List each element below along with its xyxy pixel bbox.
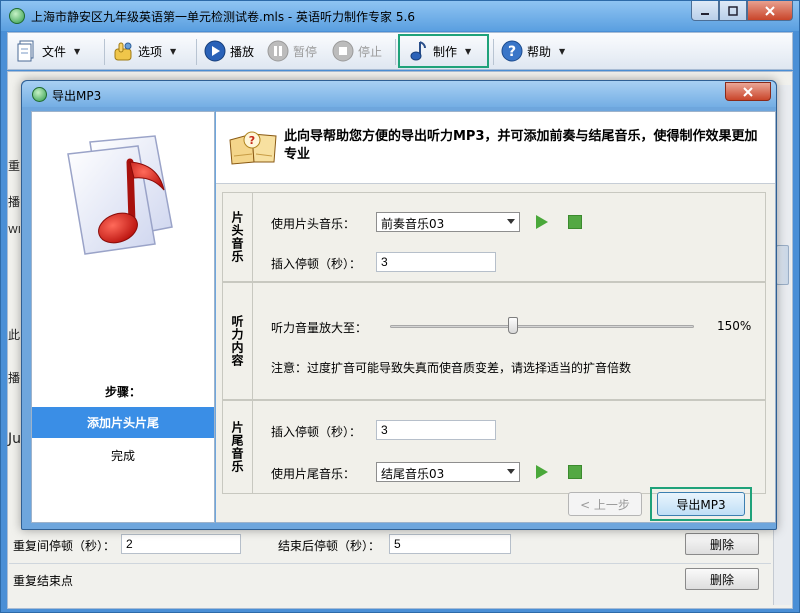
options-hand-icon [112, 40, 134, 62]
help-icon: ? [501, 40, 523, 62]
listening-section-label: 听力内容 [230, 315, 244, 367]
steps-title: 步骤： [104, 385, 141, 399]
toolbar-divider [493, 39, 494, 65]
svg-text:?: ? [508, 44, 516, 60]
play-button[interactable]: 播放 [204, 37, 254, 65]
make-highlight-box [398, 34, 489, 68]
delete-button[interactable]: 删除 [685, 533, 759, 555]
intro-music-value: 前奏音乐03 [381, 217, 445, 231]
intro-play-button[interactable] [536, 215, 548, 229]
dialog-title: 导出MP3 [52, 89, 102, 103]
scrollbar-thumb[interactable] [776, 245, 789, 285]
volume-slider-thumb[interactable] [507, 317, 518, 334]
wizard-content: ? 此向导帮助您方便的导出听力MP3，并可添加前奏与结尾音乐，使得制作效果更加专… [216, 111, 776, 523]
intro-pause-input[interactable] [376, 252, 496, 272]
dialog-close-button[interactable] [725, 82, 771, 101]
listening-section: 听力内容 听力音量放大至： 150% 注意：过度扩音可能导致失真而使音质变差，请… [222, 282, 766, 400]
end-pause-label: 结束后停顿（秒）： [278, 539, 381, 553]
pause-button[interactable]: 暂停 [267, 37, 317, 65]
divider [9, 563, 771, 564]
export-mp3-dialog: 导出MP3 步骤： 添加片头片尾 完成 ? 此向导帮助您方便的导出听力MP3，并… [21, 80, 777, 530]
dialog-title-bar: 导出MP3 [22, 81, 776, 107]
toolbar-divider [395, 39, 396, 65]
play-icon [204, 40, 226, 62]
minimize-button[interactable] [691, 1, 719, 21]
toolbar-divider [196, 39, 197, 65]
chevron-down-icon: ▼ [74, 46, 81, 56]
outro-pause-label: 插入停顿（秒）： [271, 425, 362, 439]
intro-stop-button[interactable] [568, 215, 582, 229]
previous-step-button[interactable]: < 上一步 [568, 492, 642, 516]
volume-note: 注意：过度扩音可能导致失真而使音质变差，请选择适当的扩音倍数 [271, 361, 632, 375]
end-pause-input[interactable] [389, 534, 511, 554]
volume-value: 150% [717, 319, 752, 333]
stop-button[interactable]: 停止 [332, 37, 382, 65]
file-label: 文件 [42, 44, 67, 59]
wizard-header: ? 此向导帮助您方便的导出听力MP3，并可添加前奏与结尾音乐，使得制作效果更加专… [216, 112, 775, 184]
toolbar-divider [104, 39, 105, 65]
repeat-end-label: 重复结束点 [13, 574, 74, 588]
document-icon [16, 40, 38, 62]
repeat-pause-label: 重复间停顿（秒）： [13, 539, 116, 553]
intro-music-section: 片头音乐 使用片头音乐： 前奏音乐03 插入停顿（秒）： [222, 192, 766, 282]
stop-label: 停止 [358, 44, 383, 59]
minimize-icon [701, 12, 709, 15]
maximize-icon [728, 5, 738, 16]
outro-pause-input[interactable] [376, 420, 496, 440]
chevron-down-icon [507, 469, 515, 474]
volume-label: 听力音量放大至： [271, 321, 368, 335]
chevron-down-icon: ▼ [170, 46, 177, 56]
outro-section-label-box: 片尾音乐 [223, 401, 253, 493]
wizard-description: 此向导帮助您方便的导出听力MP3，并可添加前奏与结尾音乐，使得制作效果更加专业 [284, 129, 758, 162]
outro-music-value: 结尾音乐03 [381, 467, 445, 481]
chevron-down-icon [507, 219, 515, 224]
outro-play-button[interactable] [536, 465, 548, 479]
intro-music-label: 使用片头音乐： [271, 217, 356, 231]
listening-section-label-box: 听力内容 [223, 283, 253, 399]
repeat-pause-input[interactable] [121, 534, 241, 554]
pause-icon [267, 40, 289, 62]
maximize-button[interactable] [719, 1, 747, 21]
export-highlight-box [650, 487, 752, 521]
outro-music-label: 使用片尾音乐： [271, 467, 356, 481]
help-label: 帮助 [527, 44, 552, 59]
file-menu-button[interactable]: 文件 ▼ [16, 37, 80, 65]
help-menu-button[interactable]: ? 帮助 ▼ [501, 37, 565, 65]
options-label: 选项 [138, 44, 163, 59]
chevron-down-icon: ▼ [559, 46, 566, 56]
main-window-title: 上海市静安区九年级英语第一单元检测试卷.mls - 英语听力制作专家 5.6 [31, 10, 415, 24]
app-icon [9, 8, 25, 24]
app-icon [32, 87, 47, 102]
close-icon [765, 5, 775, 16]
close-button[interactable] [747, 1, 793, 21]
outro-music-section: 片尾音乐 插入停顿（秒）： 使用片尾音乐： 结尾音乐03 [222, 400, 766, 494]
music-document-icon [67, 135, 173, 255]
outro-section-label: 片尾音乐 [230, 421, 244, 473]
help-book-icon: ? [229, 131, 277, 165]
intro-section-label: 片头音乐 [230, 211, 244, 263]
delete-button-2[interactable]: 删除 [685, 568, 759, 590]
step-add-intro-outro[interactable]: 添加片头片尾 [32, 407, 214, 438]
step-finish[interactable]: 完成 [32, 440, 214, 471]
steps-panel: 步骤： 添加片头片尾 完成 [31, 111, 215, 523]
play-label: 播放 [230, 44, 255, 59]
volume-slider-track[interactable] [390, 325, 694, 328]
close-icon [743, 86, 753, 97]
options-menu-button[interactable]: 选项 ▼ [112, 37, 176, 65]
intro-section-label-box: 片头音乐 [223, 193, 253, 281]
outro-stop-button[interactable] [568, 465, 582, 479]
stop-icon [332, 40, 354, 62]
intro-pause-label: 插入停顿（秒）： [271, 257, 362, 271]
svg-text:?: ? [249, 134, 255, 147]
intro-music-select[interactable]: 前奏音乐03 [376, 212, 520, 232]
window-controls [691, 1, 793, 21]
pause-label: 暂停 [293, 44, 318, 59]
main-title-bar: 上海市静安区九年级英语第一单元检测试卷.mls - 英语听力制作专家 5.6 [1, 1, 799, 31]
outro-music-select[interactable]: 结尾音乐03 [376, 462, 520, 482]
